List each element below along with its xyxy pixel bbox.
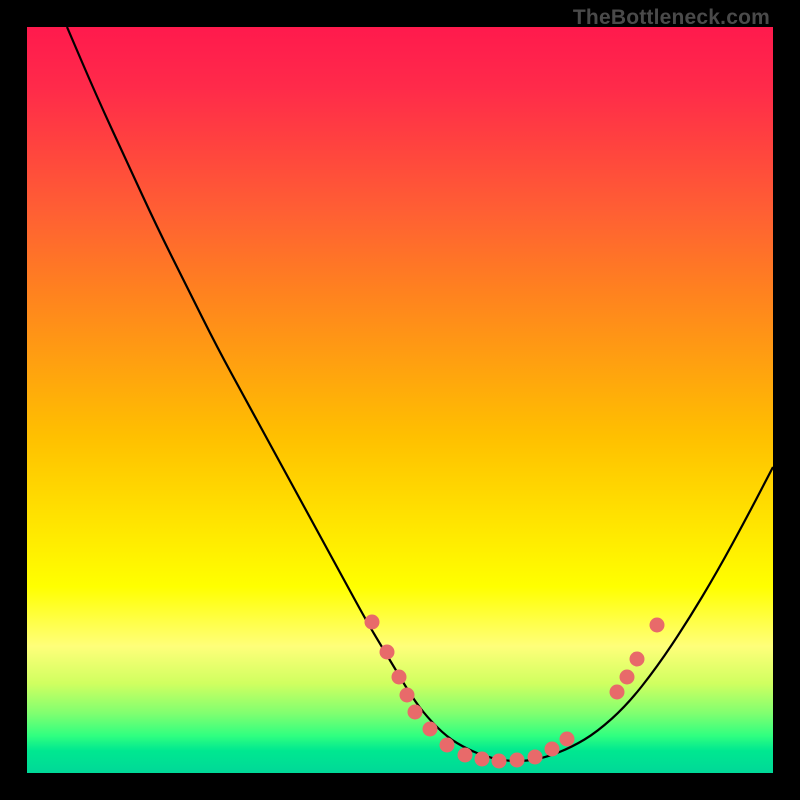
data-point [650,618,665,633]
data-point [400,688,415,703]
data-point [545,742,560,757]
bottleneck-curve [67,27,773,761]
data-point [408,705,423,720]
data-points-group [365,615,665,769]
data-point [440,738,455,753]
data-point [458,748,473,763]
data-point [492,754,507,769]
data-point [510,753,525,768]
curve-svg [27,27,773,773]
data-point [380,645,395,660]
data-point [610,685,625,700]
data-point [528,750,543,765]
data-point [630,652,645,667]
data-point [365,615,380,630]
chart-container: TheBottleneck.com [0,0,800,800]
data-point [560,732,575,747]
plot-area [27,27,773,773]
data-point [620,670,635,685]
data-point [423,722,438,737]
data-point [475,752,490,767]
watermark-text: TheBottleneck.com [573,6,770,30]
data-point [392,670,407,685]
